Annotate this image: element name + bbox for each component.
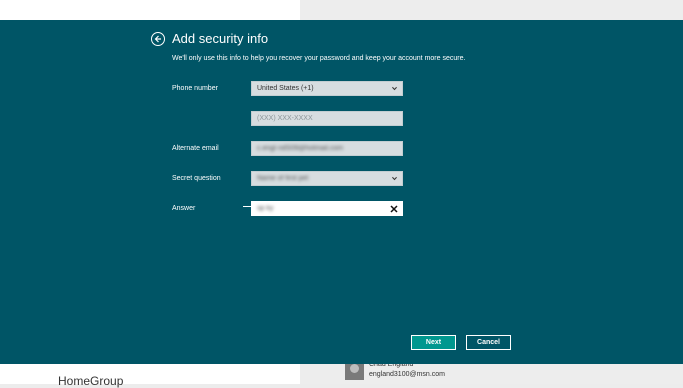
secret-question-label: Secret question [172,175,221,182]
cancel-button[interactable]: Cancel [466,335,511,350]
secret-question-select[interactable]: Name of first pet [251,171,403,186]
answer-input[interactable]: sp ky [251,201,403,216]
next-button[interactable]: Next [411,335,456,350]
chevron-down-icon [392,176,397,181]
secret-question-value: Name of first pet [257,175,309,182]
dialog-subtitle: We'll only use this info to help you rec… [172,55,466,62]
clear-text-icon[interactable] [388,203,399,214]
phone-number-input[interactable]: (XXX) XXX-XXXX [251,111,403,126]
user-email: england3100@msn.com [369,371,445,378]
answer-value: sp ky [257,205,274,212]
add-security-info-dialog: Add security info We'll only use this in… [0,20,683,364]
homegroup-label: HomeGroup [58,374,124,388]
phone-number-label: Phone number [172,85,218,92]
alternate-email-label: Alternate email [172,145,219,152]
answer-label: Answer [172,205,196,212]
country-code-value: United States (+1) [257,85,314,92]
dialog-title: Add security info [172,31,269,46]
country-code-select[interactable]: United States (+1) [251,81,403,96]
alternate-email-input[interactable]: c.engl·ndS09@hotmail.com [251,141,403,156]
back-arrow-icon[interactable] [151,32,165,46]
chevron-down-icon [392,86,397,91]
alternate-email-value: c.engl·ndS09@hotmail.com [257,145,344,152]
phone-number-placeholder: (XXX) XXX-XXXX [257,115,313,122]
